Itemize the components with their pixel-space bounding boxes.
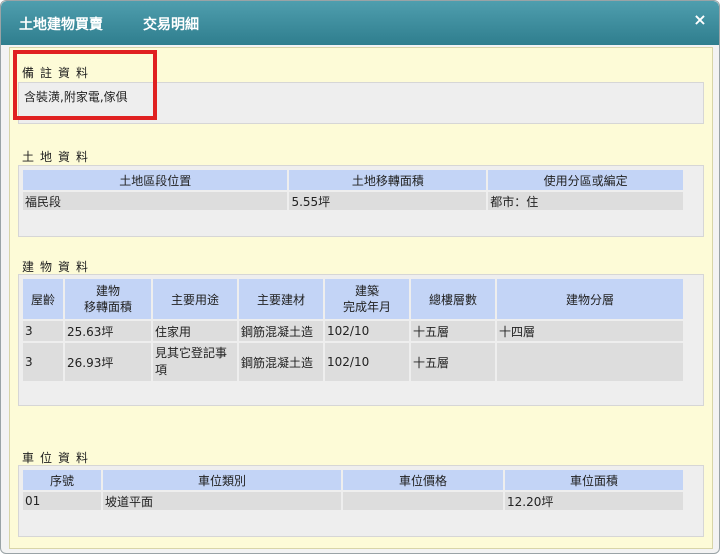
land-table: 土地區段位置 土地移轉面積 使用分區或編定 福民段 5.55坪 都市：住 (21, 168, 685, 212)
building-cell: 見其它登記事項 (153, 343, 237, 381)
building-cell: 25.63坪 (65, 321, 151, 341)
building-cell: 3 (23, 343, 63, 381)
remarks-highlight-box (13, 50, 157, 120)
parking-header: 車位價格 (343, 470, 503, 490)
parking-header: 序號 (23, 470, 101, 490)
building-header: 主要用途 (153, 279, 237, 319)
land-cell: 5.55坪 (289, 192, 487, 210)
parking-cell (343, 492, 503, 510)
table-row: 01 坡道平面 12.20坪 (23, 492, 683, 510)
land-panel: 土地區段位置 土地移轉面積 使用分區或編定 福民段 5.55坪 都市：住 (18, 165, 704, 237)
land-header: 土地區段位置 (23, 170, 288, 190)
building-cell: 十五層 (411, 321, 495, 341)
land-header: 土地移轉面積 (289, 170, 487, 190)
dialog-title: 土地建物買賣 (19, 17, 103, 33)
close-icon[interactable]: × (691, 11, 709, 29)
dialog-titlebar: 土地建物買賣 交易明細 × (1, 1, 719, 45)
building-cell: 102/10 (325, 321, 409, 341)
building-cell: 鋼筋混凝土造 (239, 343, 323, 381)
parking-panel: 序號 車位類別 車位價格 車位面積 01 坡道平面 12.20坪 (18, 465, 704, 537)
building-section-label: 建物資料 (22, 260, 95, 274)
building-header: 建築 完成年月 (325, 279, 409, 319)
parking-header: 車位類別 (103, 470, 341, 490)
building-cell: 26.93坪 (65, 343, 151, 381)
parking-header: 車位面積 (505, 470, 683, 490)
land-cell: 福民段 (23, 192, 288, 210)
building-cell: 鋼筋混凝土造 (239, 321, 323, 341)
parking-cell: 坡道平面 (103, 492, 341, 510)
land-header: 使用分區或編定 (488, 170, 683, 190)
parking-section-label: 車位資料 (22, 451, 95, 465)
table-row: 3 25.63坪 住家用 鋼筋混凝土造 102/10 十五層 十四層 (23, 321, 683, 341)
building-cell: 102/10 (325, 343, 409, 381)
transaction-detail-dialog: 土地建物買賣 交易明細 × 備註資料 含裝潢,附家電,傢俱 土地資料 土地區段位… (0, 0, 720, 554)
building-cell (497, 343, 683, 381)
building-cell: 3 (23, 321, 63, 341)
land-cell: 都市：住 (488, 192, 683, 210)
parking-cell: 01 (23, 492, 101, 510)
dialog-subtitle: 交易明細 (143, 17, 199, 33)
building-cell: 十四層 (497, 321, 683, 341)
table-row: 福民段 5.55坪 都市：住 (23, 192, 683, 210)
table-row: 3 26.93坪 見其它登記事項 鋼筋混凝土造 102/10 十五層 (23, 343, 683, 381)
building-panel: 屋齡 建物 移轉面積 主要用途 主要建材 建築 完成年月 總樓層數 建物分層 3… (18, 274, 704, 406)
building-cell: 住家用 (153, 321, 237, 341)
building-cell: 十五層 (411, 343, 495, 381)
building-header: 建物分層 (497, 279, 683, 319)
building-header: 建物 移轉面積 (65, 279, 151, 319)
dialog-content: 備註資料 含裝潢,附家電,傢俱 土地資料 土地區段位置 土地移轉面積 使用分區或… (9, 47, 713, 549)
land-section-label: 土地資料 (22, 150, 95, 164)
building-table: 屋齡 建物 移轉面積 主要用途 主要建材 建築 完成年月 總樓層數 建物分層 3… (21, 277, 685, 383)
building-header: 屋齡 (23, 279, 63, 319)
building-header: 主要建材 (239, 279, 323, 319)
parking-cell: 12.20坪 (505, 492, 683, 510)
building-header: 總樓層數 (411, 279, 495, 319)
parking-table: 序號 車位類別 車位價格 車位面積 01 坡道平面 12.20坪 (21, 468, 685, 512)
